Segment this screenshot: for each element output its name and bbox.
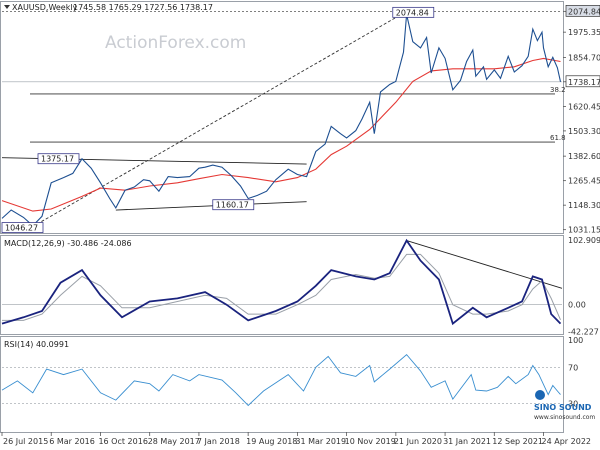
chart-svg: ActionForex.com XAUUSD,Weekly 1745.58 17…	[0, 0, 600, 450]
x-tick-label: 21 Jun 2020	[394, 437, 442, 446]
x-tick-label: 10 Nov 2019	[345, 437, 396, 446]
macd-label: MACD(12,26,9) -30.486 -24.086	[4, 239, 132, 248]
x-tick-label: 12 Sep 2021	[492, 437, 543, 446]
price-tick-label: 1854.70	[568, 53, 600, 62]
price-tick-label: 1265.45	[568, 177, 600, 186]
x-tick-label: 26 Jul 2015	[3, 437, 48, 446]
x-tick-label: 19 Aug 2018	[246, 437, 297, 446]
chart-header: XAUUSD,Weekly 1745.58 1765.29 1727.56 17…	[4, 3, 213, 12]
symbol-timeframe: XAUUSD,Weekly	[12, 3, 78, 12]
x-tick-label: 6 Mar 2016	[49, 437, 95, 446]
swing-low-annotation: 1160.17	[216, 201, 249, 210]
macd-tick-label: 102.909	[568, 236, 600, 245]
price-tick-label: 1031.15	[568, 226, 600, 235]
rsi-tick-label: 100	[568, 336, 583, 345]
x-tick-label: 28 May 2017	[148, 437, 200, 446]
price-tick-label: 1975.35	[568, 28, 600, 37]
brand-logo-icon	[535, 390, 545, 400]
brand-url: www.sinosound.com	[534, 414, 595, 421]
start-low-annotation: 1046.27	[5, 224, 38, 233]
x-tick-label: 24 Apr 2022	[542, 437, 591, 446]
price-tick-label: 1620.45	[568, 102, 600, 111]
fib-618-label: 61.8	[550, 134, 566, 142]
price-tick-label: 1382.60	[568, 152, 600, 161]
x-tick-label: 31 Jan 2021	[443, 437, 491, 446]
high-annotation: 2074.84	[396, 8, 429, 17]
macd-tick-label: 0.00	[568, 301, 586, 310]
fib-382-label: 38.2	[550, 86, 566, 94]
rsi-label: RSI(14) 40.0991	[4, 340, 69, 349]
x-tick-label: 7 Jan 2018	[197, 437, 240, 446]
watermark: ActionForex.com	[105, 33, 246, 53]
price-tick-label: 1148.30	[568, 201, 600, 210]
x-tick-label: 31 Mar 2019	[295, 437, 346, 446]
swing-high-annotation: 1375.17	[41, 155, 74, 164]
rsi-tick-label: 70	[568, 363, 578, 372]
price-tick-label: 2074.84	[568, 7, 600, 16]
x-tick-label: 16 Oct 2016	[98, 437, 147, 446]
macd-tick-label: -42.227	[568, 327, 599, 336]
ohlc-values: 1745.58 1765.29 1727.56 1738.17	[73, 3, 213, 12]
price-tick-label: 1503.30	[568, 127, 600, 136]
brand-name: SINO SOUND	[534, 403, 592, 412]
price-tick-label: 1738.17	[568, 78, 600, 87]
